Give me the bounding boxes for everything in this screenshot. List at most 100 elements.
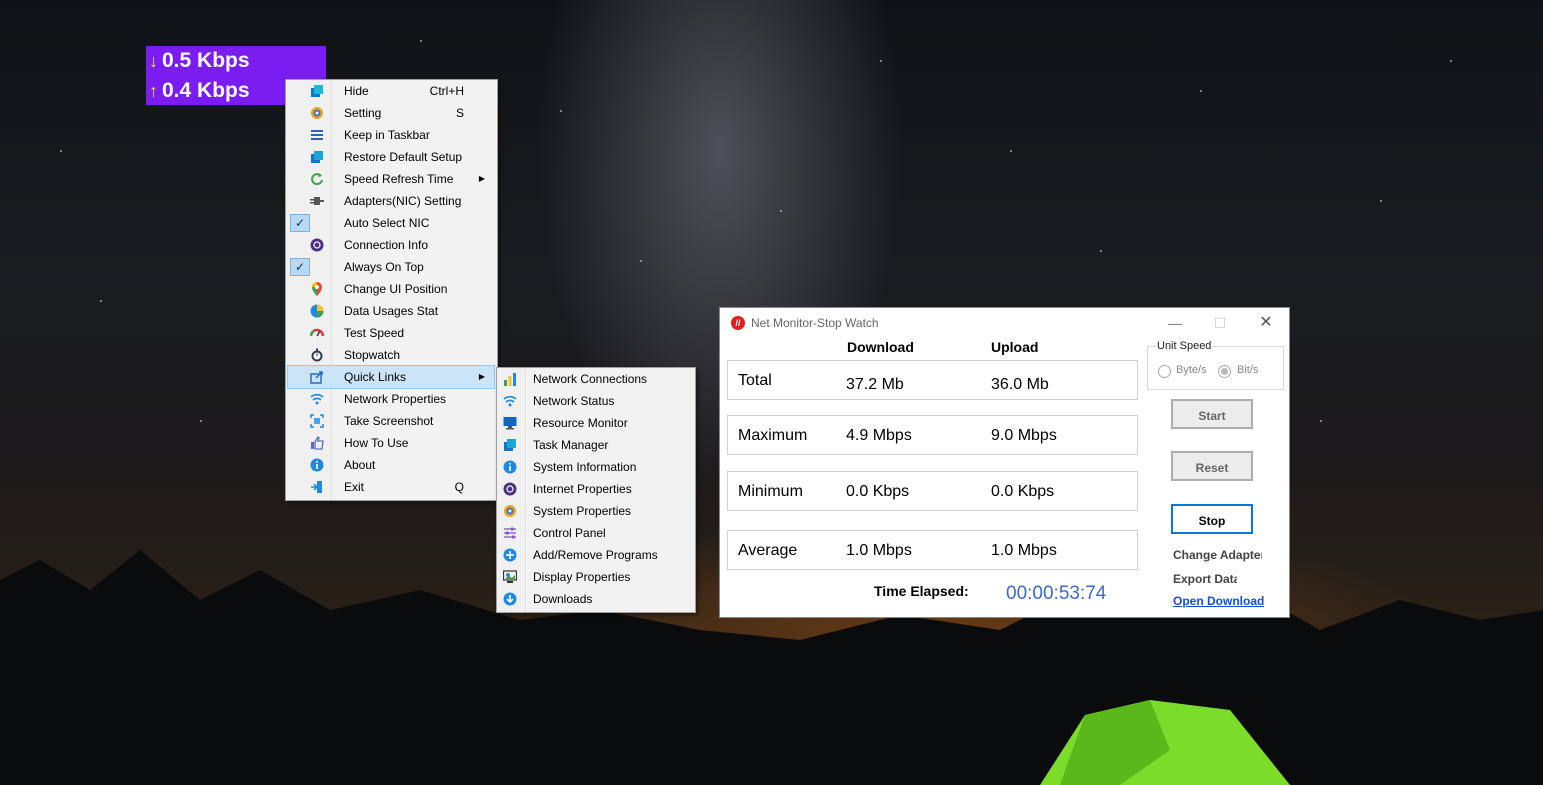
window-title: Net Monitor-Stop Watch <box>751 316 879 330</box>
submenu-item-control-panel[interactable]: Control Panel <box>499 522 692 544</box>
menu-item-label: Stopwatch <box>344 348 401 362</box>
menu-item-about[interactable]: About <box>288 454 494 476</box>
stat-download-value: 1.0 Mbps <box>846 542 912 559</box>
bit-per-second-label: Bit/s <box>1237 364 1259 376</box>
submenu-item-network-status[interactable]: Network Status <box>499 390 692 412</box>
submenu-item-label: System Information <box>533 460 637 474</box>
download-arrow-icon: ↓ <box>149 51 158 71</box>
unit-speed-group: Unit Speed Byte/s Bit/s <box>1147 340 1284 390</box>
menu-item-label: Data Usages Stat <box>344 304 439 318</box>
connection-info-icon <box>310 238 324 252</box>
upload-column-header: Upload <box>991 339 1039 355</box>
stat-row-maximum: Maximum 4.9 Mbps 9.0 Mbps <box>727 415 1138 455</box>
stat-row-minimum: Minimum 0.0 Kbps 0.0 Kbps <box>727 471 1138 511</box>
menu-item-restore-default[interactable]: Restore Default Setup <box>288 146 494 168</box>
menu-item-test-speed[interactable]: Test Speed <box>288 322 494 344</box>
minimize-button[interactable]: — <box>1160 312 1190 334</box>
menu-item-connection-info[interactable]: Connection Info <box>288 234 494 256</box>
stat-download-value: 37.2 Mb <box>846 376 904 393</box>
submenu-item-label: Resource Monitor <box>533 416 628 430</box>
time-elapsed-value: 00:00:53:74 <box>1006 583 1107 604</box>
maximize-button[interactable]: ☐ <box>1205 312 1235 334</box>
screenshot-icon <box>310 414 324 428</box>
refresh-icon <box>311 173 323 186</box>
stat-upload-value: 9.0 Mbps <box>991 427 1057 444</box>
submenu-item-label: System Properties <box>533 504 632 518</box>
submenu-arrow-icon: ▶ <box>478 174 485 183</box>
menu-item-label: Test Speed <box>344 326 405 340</box>
menu-shortcut: Q <box>454 480 464 494</box>
menu-item-label: About <box>344 458 376 472</box>
plus-icon <box>503 548 517 562</box>
menu-item-adapters-setting[interactable]: Adapters(NIC) Setting <box>288 190 494 212</box>
submenu-item-label: Downloads <box>533 592 593 606</box>
menu-item-network-properties[interactable]: Network Properties <box>288 388 494 410</box>
start-button[interactable]: Start <box>1171 399 1253 429</box>
submenu-item-internet-properties[interactable]: Internet Properties <box>499 478 692 500</box>
adapter-icon <box>310 197 324 205</box>
submenu-item-system-properties[interactable]: System Properties <box>499 500 692 522</box>
menu-item-stopwatch[interactable]: Stopwatch <box>288 344 494 366</box>
stat-label: Total <box>738 372 772 389</box>
submenu-item-label: Network Connections <box>533 372 648 386</box>
close-button[interactable]: ✕ <box>1251 312 1281 334</box>
submenu-item-label: Display Properties <box>533 570 631 584</box>
menu-item-how-to-use[interactable]: How To Use <box>288 432 494 454</box>
context-menu: Hide Ctrl+H Setting S Keep in Taskbar Re… <box>285 79 498 501</box>
submenu-item-label: Add/Remove Programs <box>533 548 658 562</box>
export-data-link[interactable]: Export Data <box>1173 572 1237 586</box>
info-icon <box>310 458 324 472</box>
stat-row-total: Total 37.2 Mb 36.0 Mb <box>727 360 1138 400</box>
menu-item-speed-refresh-time[interactable]: Speed Refresh Time ▶ <box>288 168 494 190</box>
download-speed-row: ↓ 0.5 Kbps <box>146 46 326 76</box>
location-pin-icon <box>312 282 322 296</box>
download-speed: 0.5 Kbps <box>162 49 250 72</box>
gear-icon <box>504 505 516 517</box>
app-logo-icon: // <box>731 316 745 330</box>
quick-links-submenu: Network Connections Network Status Resou… <box>496 367 696 613</box>
unit-speed-title: Unit Speed <box>1156 340 1213 352</box>
submenu-item-add-remove-programs[interactable]: Add/Remove Programs <box>499 544 692 566</box>
menu-item-quick-links[interactable]: Quick Links ▶ <box>287 365 495 389</box>
submenu-item-downloads[interactable]: Downloads <box>499 588 692 610</box>
menu-item-take-screenshot[interactable]: Take Screenshot <box>288 410 494 432</box>
globe-icon <box>503 482 517 496</box>
bar-chart-icon <box>504 373 516 386</box>
wifi-icon <box>310 393 324 405</box>
time-elapsed-label: Time Elapsed: <box>874 583 969 599</box>
menu-item-data-usages-stat[interactable]: Data Usages Stat <box>288 300 494 322</box>
menu-item-label: Setting <box>344 106 382 120</box>
menu-item-label: How To Use <box>344 436 409 450</box>
submenu-item-network-connections[interactable]: Network Connections <box>499 368 692 390</box>
submenu-item-display-properties[interactable]: Display Properties <box>499 566 692 588</box>
pie-chart-icon <box>310 304 324 318</box>
checkmark-icon: ✓ <box>290 258 310 276</box>
submenu-item-task-manager[interactable]: Task Manager <box>499 434 692 456</box>
byte-per-second-radio[interactable] <box>1158 365 1171 378</box>
menu-item-hide[interactable]: Hide Ctrl+H <box>288 80 494 102</box>
task-manager-icon <box>504 439 516 451</box>
stat-download-value: 0.0 Kbps <box>846 483 910 500</box>
menu-item-setting[interactable]: Setting S <box>288 102 494 124</box>
menu-item-label: Speed Refresh Time <box>344 172 454 186</box>
menu-item-always-on-top[interactable]: ✓ Always On Top <box>288 256 494 278</box>
menu-item-change-ui-position[interactable]: Change UI Position <box>288 278 494 300</box>
menu-item-label: Quick Links <box>344 370 407 384</box>
exit-icon <box>311 481 322 493</box>
menu-item-exit[interactable]: Exit Q <box>288 476 494 498</box>
menu-item-keep-in-taskbar[interactable]: Keep in Taskbar <box>288 124 494 146</box>
submenu-item-resource-monitor[interactable]: Resource Monitor <box>499 412 692 434</box>
menu-item-label: Keep in Taskbar <box>344 128 430 142</box>
stat-label: Average <box>738 542 798 559</box>
open-download-link[interactable]: Open Download <box>1173 594 1264 608</box>
submenu-item-system-information[interactable]: System Information <box>499 456 692 478</box>
reset-button[interactable]: Reset <box>1171 451 1253 481</box>
menu-item-auto-select-nic[interactable]: ✓ Auto Select NIC <box>288 212 494 234</box>
title-bar[interactable]: // Net Monitor-Stop Watch — ☐ ✕ <box>720 308 1289 338</box>
bit-per-second-radio[interactable] <box>1218 365 1231 378</box>
stat-upload-value: 36.0 Mb <box>991 376 1049 393</box>
upload-speed: 0.4 Kbps <box>162 79 250 102</box>
stat-label: Maximum <box>738 427 808 444</box>
change-adapter-link[interactable]: Change Adapter <box>1173 548 1262 562</box>
stop-button[interactable]: Stop <box>1171 504 1253 534</box>
